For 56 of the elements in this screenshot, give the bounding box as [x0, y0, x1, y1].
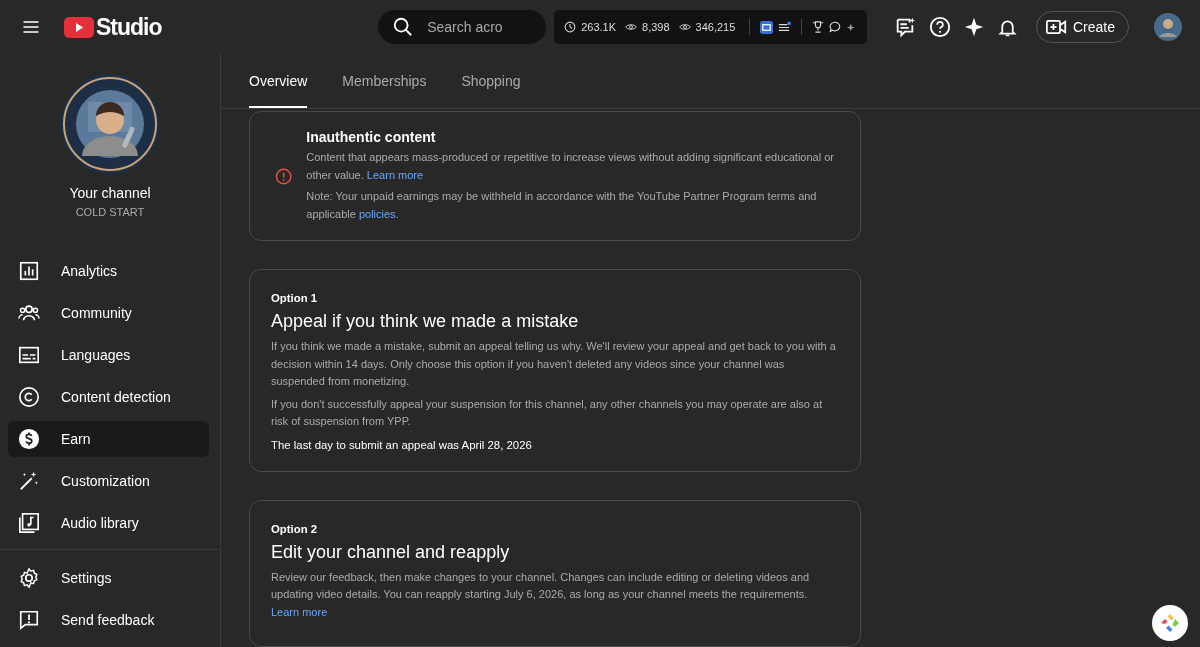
music-note-icon — [18, 512, 40, 534]
bar-chart-icon — [18, 260, 40, 282]
option-title: Appeal if you think we made a mistake — [271, 311, 579, 332]
tab[interactable]: Memberships — [342, 54, 427, 108]
channel-name: COLD START — [75, 206, 145, 218]
tab[interactable]: Overview — [249, 54, 308, 108]
subtitles-icon — [18, 344, 40, 366]
chat-icon[interactable] — [829, 21, 842, 33]
sidebar-item[interactable]: Settings — [8, 560, 209, 596]
sparkle-icon[interactable] — [846, 21, 858, 33]
stat-value: 346,215 — [695, 21, 736, 33]
logo-text: Studio — [96, 13, 162, 41]
sidebar-item[interactable]: Community — [8, 295, 209, 331]
trophy-icon[interactable] — [812, 21, 825, 33]
option-text: If you don't successfully appeal your suspension for this channel, any other channels you may operate are also at risk of suspension from YPP. — [271, 396, 824, 429]
play-logo-icon — [64, 16, 94, 38]
search-field[interactable]: Search acro — [378, 10, 547, 44]
sidebar-item[interactable]: Content detection — [8, 379, 209, 415]
video-camera-icon — [1045, 19, 1067, 35]
stat-value: 263.1K — [581, 21, 617, 33]
eye-icon — [625, 22, 638, 32]
option-title: Edit your channel and reapply — [271, 541, 510, 563]
list-icon[interactable] — [778, 20, 792, 34]
dollar-icon — [18, 428, 40, 450]
clock-icon — [564, 21, 577, 33]
settings-icon — [18, 567, 40, 589]
deadline-text: The last day to submit an appeal was April 28, 2026 — [271, 438, 532, 451]
feedback-icon — [18, 609, 40, 631]
extension-button[interactable] — [1152, 605, 1188, 641]
policy-text: Note: Your unpaid earnings may be withheld in accordance with the YouTube Partner Program terms and applicable policies. — [306, 189, 818, 222]
extension-icon[interactable] — [760, 20, 774, 34]
sidebar-item[interactable]: Customization — [8, 463, 209, 499]
eye-icon — [678, 22, 691, 32]
option-label: Option 1 — [271, 292, 318, 304]
magic-wand-icon — [18, 470, 40, 492]
link[interactable]: Learn more — [271, 605, 328, 618]
search-icon — [392, 16, 415, 38]
link[interactable]: Learn more — [366, 168, 424, 181]
sidebar-item[interactable]: Analytics — [8, 253, 209, 289]
sidebar-item[interactable]: Audio library — [8, 505, 209, 541]
tab[interactable]: Shopping — [461, 54, 521, 108]
policy-title: Inauthentic content — [306, 129, 437, 145]
sparkle-icon[interactable] — [963, 17, 984, 37]
option-text: If you think we made a mistake, submit an appeal telling us why. We'll review your appeal and get back to you with a decision within 14 days. Only choose this option if you haven't deleted any videos since your channel was suspended from monetizing. — [271, 339, 837, 389]
policy-text: Content that appears mass-produced or repetitive to increase views without adding significant educational or other value. Learn more — [306, 150, 835, 183]
channel-title: Your channel — [69, 185, 151, 201]
option-label: Option 2 — [271, 522, 318, 535]
account-avatar-icon[interactable] — [1154, 13, 1182, 41]
sidebar-item[interactable]: Earn — [8, 421, 209, 457]
stat-value: 8,398 — [642, 21, 670, 33]
option-text: Review our feedback, then make changes to your channel. Changes can include editing or deleting videos and updating video details. You can reapply starting July 6, 2026, as long as your channel meets the requirements. Learn more — [271, 569, 811, 620]
copyright-icon — [18, 386, 40, 408]
sidebar-item[interactable]: Send feedback — [8, 602, 209, 638]
help-icon[interactable] — [928, 16, 951, 38]
sidebar-item[interactable]: Languages — [8, 337, 209, 373]
link[interactable]: policies — [358, 207, 396, 220]
